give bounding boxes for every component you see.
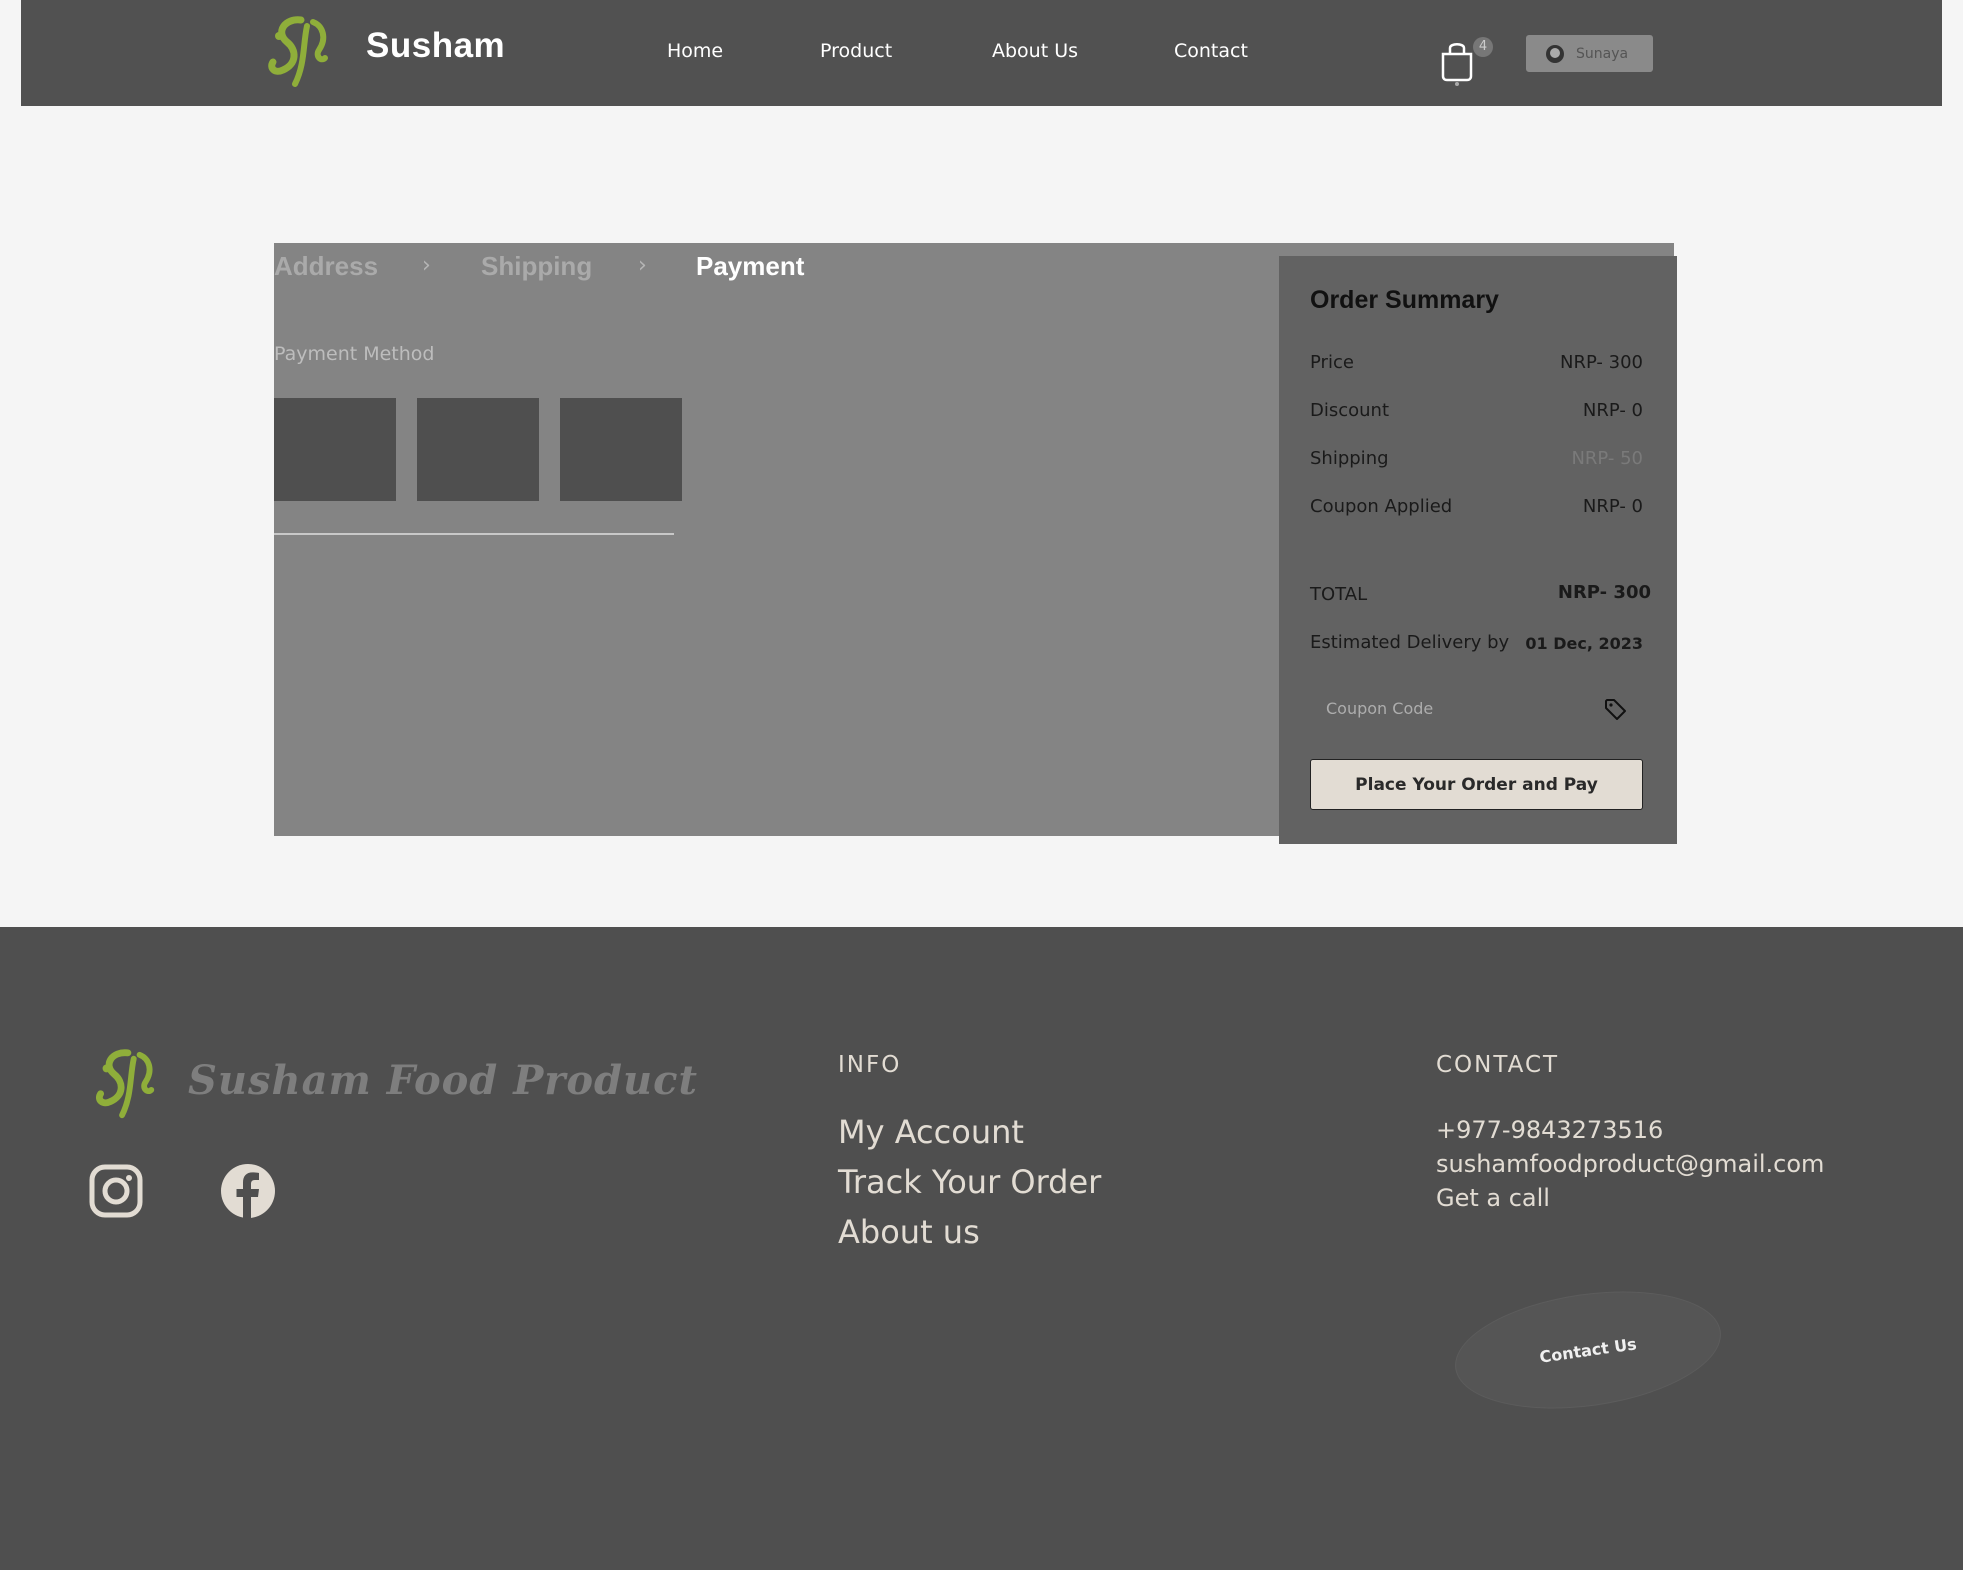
user-name: Sunaya	[1576, 45, 1629, 62]
chevron-right-icon: ›	[638, 253, 647, 278]
summary-row-coupon: Coupon Applied NRP- 0	[1310, 496, 1643, 517]
row-label: Discount	[1310, 400, 1390, 421]
divider	[274, 533, 674, 535]
step-shipping[interactable]: Shipping	[481, 251, 592, 282]
step-address[interactable]: Address	[274, 251, 378, 282]
summary-row-total: TOTAL NRP- 300	[1310, 582, 1651, 605]
row-label: Shipping	[1310, 448, 1389, 469]
step-payment[interactable]: Payment	[696, 251, 804, 282]
summary-row-discount: Discount NRP- 0	[1310, 400, 1643, 421]
total-label: TOTAL	[1310, 584, 1368, 605]
order-summary-title: Order Summary	[1310, 286, 1499, 314]
footer-link-my-account[interactable]: My Account	[838, 1113, 1024, 1151]
summary-row-price: Price NRP- 300	[1310, 352, 1643, 373]
cart-count-badge: 4	[1473, 37, 1493, 57]
nav-home[interactable]: Home	[667, 40, 723, 62]
payment-option-2[interactable]	[417, 398, 539, 501]
total-value: NRP- 300	[1557, 582, 1651, 603]
row-label: Price	[1310, 352, 1354, 373]
contact-email[interactable]: sushamfoodproduct@gmail.com	[1436, 1150, 1824, 1178]
payment-method-label: Payment Method	[274, 343, 435, 365]
row-value: NRP- 0	[1582, 496, 1643, 517]
footer-link-track-order[interactable]: Track Your Order	[838, 1163, 1101, 1201]
susham-logo-icon[interactable]	[261, 14, 333, 92]
contact-get-call[interactable]: Get a call	[1436, 1184, 1550, 1212]
instagram-icon[interactable]	[88, 1163, 144, 1219]
summary-row-delivery: Estimated Delivery by 01 Dec, 2023	[1310, 632, 1643, 653]
contact-phone[interactable]: +977-9843273516	[1436, 1116, 1663, 1144]
coupon-code-input[interactable]	[1310, 688, 1643, 728]
nav-about-us[interactable]: About Us	[992, 40, 1078, 62]
delivery-date: 01 Dec, 2023	[1525, 634, 1643, 653]
order-summary: Order Summary Price NRP- 300 Discount NR…	[1279, 256, 1677, 844]
delivery-label: Estimated Delivery by	[1310, 632, 1510, 653]
info-heading: INFO	[838, 1052, 902, 1078]
tag-icon[interactable]	[1603, 696, 1629, 722]
chevron-right-icon: ›	[422, 253, 431, 278]
contact-heading: CONTACT	[1436, 1052, 1560, 1078]
avatar	[1546, 44, 1564, 63]
payment-option-1[interactable]	[274, 398, 396, 501]
footer-brand-script: Susham Food Product	[188, 1057, 698, 1104]
brand-name[interactable]: Susham	[366, 26, 505, 66]
nav-contact[interactable]: Contact	[1174, 40, 1248, 62]
contact-us-button[interactable]: Contact Us	[1447, 1275, 1729, 1425]
row-value: NRP- 50	[1571, 448, 1643, 469]
summary-row-shipping: Shipping NRP- 50	[1310, 448, 1643, 469]
susham-logo-icon	[96, 1049, 155, 1119]
row-value: NRP- 0	[1582, 400, 1643, 421]
row-value: NRP- 300	[1559, 352, 1643, 373]
row-label: Coupon Applied	[1310, 496, 1453, 517]
top-header: Susham Home Product About Us Contact 4 S…	[21, 0, 1942, 106]
facebook-icon[interactable]	[220, 1163, 276, 1219]
site-footer: Susham Food Product INFO My Account Trac…	[0, 927, 1963, 1570]
place-order-button[interactable]: Place Your Order and Pay	[1310, 759, 1643, 810]
nav-product[interactable]: Product	[820, 40, 892, 62]
payment-option-3[interactable]	[560, 398, 682, 501]
footer-link-about-us[interactable]: About us	[838, 1213, 980, 1251]
user-menu-button[interactable]: Sunaya	[1526, 35, 1653, 72]
